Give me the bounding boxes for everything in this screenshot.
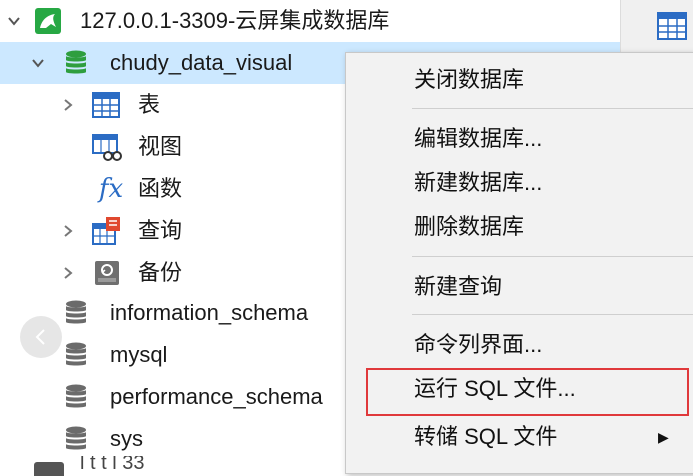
chevron-down-icon[interactable] [26, 42, 50, 84]
database-name: sys [110, 426, 143, 451]
query-icon [92, 216, 122, 246]
menu-item-label: 新建查询 [414, 274, 503, 299]
database-name: chudy_data_visual [110, 50, 293, 75]
menu-item-label: 编辑数据库... [414, 126, 543, 151]
connection-row[interactable]: 127.0.0.1-3309-云屏集成数据库 [0, 0, 620, 42]
menu-item-delete-database[interactable]: 删除数据库 [346, 205, 693, 249]
tree-item-label: 视图 [138, 134, 183, 159]
database-name: performance_schema [110, 384, 323, 409]
connection-row-partial[interactable]: l t t l 33 [0, 456, 350, 476]
connection-label: 127.0.0.1-3309-云屏集成数据库 [80, 8, 390, 33]
highlight-box [366, 368, 689, 416]
menu-item-label: 命令列界面... [414, 332, 543, 357]
menu-item-label: 关闭数据库 [414, 67, 525, 92]
database-icon [64, 426, 88, 452]
tree-item-label: 查询 [138, 218, 183, 243]
menu-item-edit-database[interactable]: 编辑数据库... [346, 117, 693, 161]
menu-item-label: 新建数据库... [414, 170, 543, 195]
menu-item-dump-sql-file[interactable]: 转储 SQL 文件 ▶ [346, 415, 693, 459]
menu-item-close-database[interactable]: 关闭数据库 [346, 58, 693, 102]
tree-item-label: 函数 [138, 176, 183, 201]
submenu-arrow-icon: ▶ [658, 429, 669, 445]
menu-item-new-database[interactable]: 新建数据库... [346, 161, 693, 205]
scroll-back-button[interactable] [20, 316, 62, 358]
menu-item-label: 删除数据库 [414, 214, 525, 239]
tree-item-label: 表 [138, 92, 161, 117]
menu-item-new-query[interactable]: 新建查询 [346, 265, 693, 309]
table-icon [92, 92, 120, 118]
database-name: mysql [110, 342, 168, 367]
view-icon [92, 134, 122, 162]
tree-item-label: 备份 [138, 260, 183, 285]
menu-separator [412, 256, 693, 257]
connection-label: l t t l 33 [80, 456, 145, 474]
database-icon [64, 300, 88, 326]
menu-separator [412, 314, 693, 315]
database-icon [64, 342, 88, 368]
menu-item-label: 转储 SQL 文件 [414, 424, 558, 449]
chevron-right-icon[interactable] [56, 210, 80, 252]
database-icon [64, 384, 88, 410]
database-icon [64, 50, 88, 76]
chevron-right-icon[interactable] [56, 84, 80, 126]
chevron-down-icon[interactable] [2, 0, 26, 42]
mysql-connection-icon [34, 7, 62, 35]
chevron-right-icon[interactable] [56, 252, 80, 294]
table-icon[interactable] [657, 12, 687, 45]
database-name: information_schema [110, 300, 309, 325]
menu-separator [412, 108, 693, 109]
menu-item-command-line[interactable]: 命令列界面... [346, 323, 693, 367]
connection-icon [34, 462, 64, 476]
backup-icon [94, 260, 120, 286]
function-icon: fx [98, 174, 124, 204]
